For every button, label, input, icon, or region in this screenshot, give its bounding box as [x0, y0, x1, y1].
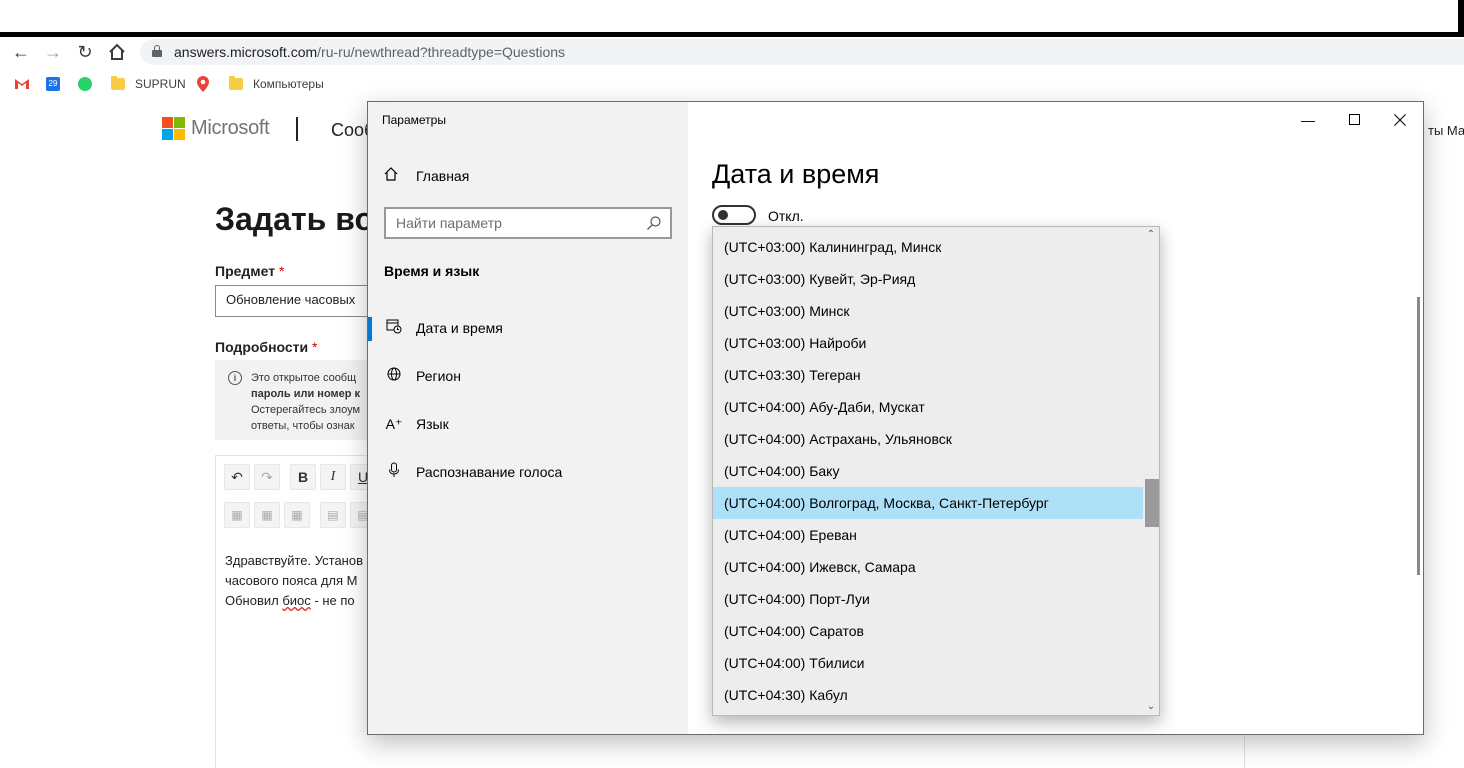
timezone-option[interactable]: (UTC+04:00) Ижевск, Самара: [713, 551, 1143, 583]
toggle-label: Откл.: [768, 208, 804, 224]
timezone-option[interactable]: (UTC+04:00) Абу-Даби, Мускат: [713, 391, 1143, 423]
maximize-icon[interactable]: [1331, 108, 1377, 132]
browser-toolbar: ← → ↻ answers.microsoft.com/ru-ru/newthr…: [0, 37, 1464, 67]
forward-arrow-icon[interactable]: →: [42, 41, 64, 63]
home-nav-item[interactable]: Главная: [384, 167, 469, 185]
timezone-option[interactable]: (UTC+03:00) Калининград, Минск: [713, 231, 1143, 263]
notice-text: Остерегайтесь злоум: [251, 404, 361, 416]
nav-item-date-time[interactable]: Дата и время: [368, 306, 688, 350]
nav-item-region[interactable]: Регион: [368, 354, 688, 398]
notice-banner: i Это открытое сообщ пароль или номер к …: [215, 360, 385, 440]
dropdown-scrollbar[interactable]: ⌃ ⌄: [1143, 227, 1159, 715]
redo-icon[interactable]: ↷: [254, 464, 280, 490]
bookmark-label: SUPRUN: [135, 77, 186, 91]
minimize-icon[interactable]: —: [1285, 108, 1331, 132]
calendar-icon[interactable]: 29: [46, 76, 68, 92]
table-row-icon[interactable]: ▤: [320, 502, 346, 528]
timezone-option[interactable]: (UTC+03:00) Найроби: [713, 327, 1143, 359]
table-column-icon[interactable]: ▦: [254, 502, 280, 528]
table-cell-icon[interactable]: ▦: [284, 502, 310, 528]
lock-icon: [152, 45, 162, 57]
timezone-option[interactable]: (UTC+03:00) Минск: [713, 295, 1143, 327]
chevron-down-icon[interactable]: ⌄: [1143, 699, 1159, 715]
gmail-icon[interactable]: [14, 76, 30, 92]
timezone-option[interactable]: (UTC+04:00) Саратов: [713, 615, 1143, 647]
editor-content[interactable]: Здравствуйте. Установ часового пояса для…: [225, 551, 363, 611]
info-icon: i: [228, 371, 242, 385]
brand-name: Microsoft: [191, 117, 270, 139]
italic-button[interactable]: I: [320, 464, 346, 490]
editor-toolbar: ↶ ↷ B I U: [224, 464, 376, 492]
page-title: Дата и время: [712, 159, 880, 189]
editor-line: Обновил биос - не по: [225, 593, 355, 608]
timezone-option[interactable]: (UTC+04:00) Порт-Луи: [713, 583, 1143, 615]
calendar-clock-icon: [384, 318, 404, 338]
home-label: Главная: [416, 168, 470, 184]
window-scrollbar[interactable]: [1417, 297, 1420, 575]
details-label: Подробности *: [215, 339, 318, 355]
subject-input[interactable]: Обновление часовых: [215, 285, 385, 317]
section-heading: Время и язык: [384, 263, 480, 279]
house-icon: [384, 167, 404, 185]
top-strip: [0, 0, 1464, 37]
chevron-up-icon[interactable]: ⌃: [1143, 227, 1159, 243]
reload-icon[interactable]: ↻: [74, 41, 96, 63]
home-icon[interactable]: [106, 41, 128, 63]
nav-item-label: Регион: [416, 368, 461, 384]
nav-item-language[interactable]: A⁺ Язык: [368, 402, 688, 446]
bold-button[interactable]: B: [290, 464, 316, 490]
globe-icon: [384, 366, 404, 386]
folder-icon: [229, 76, 243, 90]
editor-line: Здравствуйте. Установ: [225, 553, 363, 568]
header-link[interactable]: ты Ма: [1428, 123, 1464, 138]
nav-item-label: Дата и время: [416, 320, 503, 336]
maps-pin-icon[interactable]: [197, 76, 209, 92]
url-text: answers.microsoft.com/ru-ru/newthread?th…: [174, 44, 566, 60]
settings-window: Параметры Главная Время и язык Дата и вр…: [367, 101, 1424, 735]
nav-item-label: Распознавание голоса: [416, 464, 563, 480]
header-divider: [296, 117, 298, 141]
undo-icon[interactable]: ↶: [224, 464, 250, 490]
timezone-option[interactable]: (UTC+04:00) Волгоград, Москва, Санкт-Пет…: [713, 487, 1143, 519]
language-icon: A⁺: [385, 415, 403, 432]
editor-toolbar-table: ▦ ▦ ▦ ▤ ▤: [224, 502, 376, 530]
table-delete-icon[interactable]: ▦: [224, 502, 250, 528]
settings-search-box[interactable]: [384, 207, 672, 239]
timezone-option[interactable]: (UTC+04:00) Астрахань, Ульяновск: [713, 423, 1143, 455]
bookmark-folder-computers[interactable]: Компьютеры: [229, 76, 324, 92]
bookmark-folder-suprun[interactable]: SUPRUN: [111, 76, 186, 92]
timezone-dropdown-list[interactable]: (UTC+03:00) Калининград, Минск (UTC+03:00…: [712, 226, 1160, 716]
search-input[interactable]: [386, 209, 636, 237]
bookmark-label: Компьютеры: [253, 77, 324, 91]
screen: ← → ↻ answers.microsoft.com/ru-ru/newthr…: [0, 0, 1464, 768]
nav-item-speech[interactable]: Распознавание голоса: [368, 450, 688, 494]
folder-icon: [111, 76, 125, 90]
microsoft-logo-icon[interactable]: [162, 117, 185, 140]
subject-label: Предмет *: [215, 263, 285, 279]
editor-line: часового пояса для М: [225, 573, 358, 588]
whatsapp-icon[interactable]: [78, 76, 100, 92]
window-title: Параметры: [382, 113, 446, 127]
back-arrow-icon[interactable]: ←: [10, 41, 32, 63]
close-icon[interactable]: [1377, 108, 1423, 132]
scrollbar-thumb[interactable]: [1145, 479, 1159, 527]
search-icon[interactable]: [646, 215, 662, 231]
timezone-option[interactable]: (UTC+04:00) Баку: [713, 455, 1143, 487]
timezone-option[interactable]: (UTC+04:00) Тбилиси: [713, 647, 1143, 679]
microphone-icon: [384, 462, 404, 482]
timezone-option[interactable]: (UTC+03:30) Тегеран: [713, 359, 1143, 391]
notice-text: Это открытое сообщ: [251, 372, 357, 384]
bookmarks-bar: 29 SUPRUN Компьютеры: [0, 71, 1464, 97]
timezone-option[interactable]: (UTC+04:30) Кабул: [713, 679, 1143, 711]
address-bar[interactable]: answers.microsoft.com/ru-ru/newthread?th…: [140, 39, 1464, 65]
auto-time-toggle[interactable]: [712, 205, 756, 225]
page-title: Задать во: [215, 201, 374, 237]
notice-text: ответы, чтобы ознак: [251, 420, 355, 432]
timezone-option[interactable]: (UTC+04:00) Ереван: [713, 519, 1143, 551]
notice-text: пароль или номер к: [251, 388, 361, 400]
timezone-option[interactable]: (UTC+03:00) Кувейт, Эр-Рияд: [713, 263, 1143, 295]
settings-sidebar: Параметры Главная Время и язык Дата и вр…: [368, 102, 688, 734]
nav-item-label: Язык: [416, 416, 449, 432]
